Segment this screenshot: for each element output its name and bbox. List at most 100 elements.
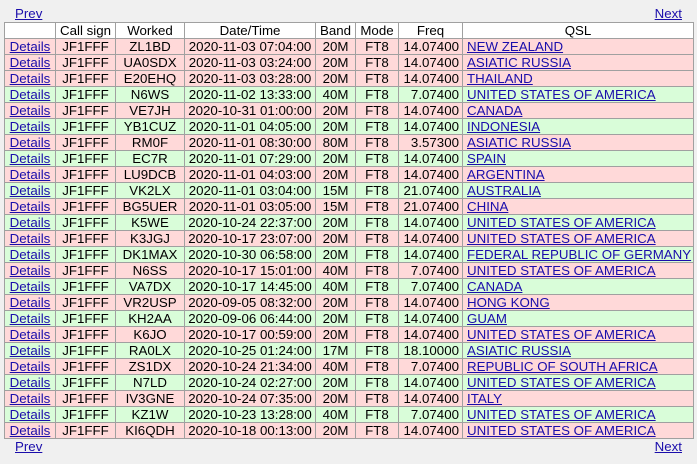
details-link[interactable]: Details bbox=[10, 232, 51, 246]
qsl-country-link[interactable]: ARGENTINA bbox=[467, 168, 545, 182]
details-link[interactable]: Details bbox=[10, 408, 51, 422]
qsl-country-link[interactable]: CANADA bbox=[467, 104, 522, 118]
band-cell: 20M bbox=[315, 118, 356, 135]
datetime-cell: 2020-10-31 01:00:00 bbox=[184, 102, 316, 119]
details-link[interactable]: Details bbox=[10, 312, 51, 326]
call-sign-cell: JF1FFF bbox=[55, 134, 116, 151]
details-link[interactable]: Details bbox=[10, 344, 51, 358]
qsl-country-link-cell: GUAM bbox=[462, 310, 694, 327]
qsl-country-link[interactable]: ASIATIC RUSSIA bbox=[467, 136, 571, 150]
qsl-country-link[interactable]: SPAIN bbox=[467, 152, 506, 166]
call-sign-cell: JF1FFF bbox=[55, 166, 116, 183]
details-link-cell: Details bbox=[4, 134, 56, 151]
table-row: Details JF1FFF N7LD 2020-10-24 02:27:00 20M F… bbox=[4, 374, 694, 391]
mode-cell: FT8 bbox=[355, 246, 399, 263]
band-cell: 20M bbox=[315, 374, 356, 391]
freq-cell: 3.57300 bbox=[398, 134, 463, 151]
qsl-country-link[interactable]: UNITED STATES OF AMERICA bbox=[467, 264, 656, 278]
qsl-country-link-cell: UNITED STATES OF AMERICA bbox=[462, 262, 694, 279]
qsl-country-link[interactable]: AUSTRALIA bbox=[467, 184, 541, 198]
freq-cell: 14.07400 bbox=[398, 102, 463, 119]
band-cell: 20M bbox=[315, 246, 356, 263]
datetime-cell: 2020-10-17 00:59:00 bbox=[184, 326, 316, 343]
qsl-country-link[interactable]: INDONESIA bbox=[467, 120, 540, 134]
details-link[interactable]: Details bbox=[10, 184, 51, 198]
table-row: Details JF1FFF ZS1DX 2020-10-24 21:34:00 40M… bbox=[4, 358, 694, 375]
mode-cell: FT8 bbox=[355, 422, 399, 439]
qsl-country-link[interactable]: ITALY bbox=[467, 392, 502, 406]
prev-link[interactable]: Prev bbox=[15, 6, 42, 22]
qsl-country-link[interactable]: FEDERAL REPUBLIC OF GERMANY bbox=[467, 248, 691, 262]
details-link-cell: Details bbox=[4, 342, 56, 359]
qsl-country-link[interactable]: UNITED STATES OF AMERICA bbox=[467, 424, 656, 438]
mode-cell: FT8 bbox=[355, 390, 399, 407]
datetime-cell: 2020-10-17 23:07:00 bbox=[184, 230, 316, 247]
details-link[interactable]: Details bbox=[10, 280, 51, 294]
freq-cell: 7.07400 bbox=[398, 358, 463, 375]
details-link[interactable]: Details bbox=[10, 152, 51, 166]
details-link[interactable]: Details bbox=[10, 56, 51, 70]
table-row: Details JF1FFF DK1MAX 2020-10-30 06:58:00 20… bbox=[4, 246, 694, 263]
prev-link[interactable]: Prev bbox=[15, 439, 42, 455]
details-link[interactable]: Details bbox=[10, 40, 51, 54]
details-link-cell: Details bbox=[4, 70, 56, 87]
details-link[interactable]: Details bbox=[10, 392, 51, 406]
call-sign-cell: JF1FFF bbox=[55, 406, 116, 423]
details-link[interactable]: Details bbox=[10, 104, 51, 118]
table-row: Details JF1FFF VR2USP 2020-09-05 08:32:00 20… bbox=[4, 294, 694, 311]
qsl-country-link[interactable]: ASIATIC RUSSIA bbox=[467, 56, 571, 70]
details-link[interactable]: Details bbox=[10, 168, 51, 182]
qsl-country-link[interactable]: ASIATIC RUSSIA bbox=[467, 344, 571, 358]
details-link[interactable]: Details bbox=[10, 88, 51, 102]
mode-cell: FT8 bbox=[355, 230, 399, 247]
qsl-country-link[interactable]: UNITED STATES OF AMERICA bbox=[467, 328, 656, 342]
details-link[interactable]: Details bbox=[10, 328, 51, 342]
qsl-country-link[interactable]: UNITED STATES OF AMERICA bbox=[467, 88, 656, 102]
qsl-country-link[interactable]: HONG KONG bbox=[467, 296, 550, 310]
qsl-country-link[interactable]: UNITED STATES OF AMERICA bbox=[467, 216, 656, 230]
call-sign-cell: JF1FFF bbox=[55, 342, 116, 359]
datetime-cell: 2020-11-03 07:04:00 bbox=[184, 38, 316, 55]
worked-callsign-cell: E20EHQ bbox=[115, 70, 185, 87]
qsl-country-link[interactable]: CANADA bbox=[467, 280, 522, 294]
worked-callsign-cell: RA0LX bbox=[115, 342, 185, 359]
qsl-country-link-cell: UNITED STATES OF AMERICA bbox=[462, 422, 694, 439]
details-link-cell: Details bbox=[4, 118, 56, 135]
qsl-country-link-cell: CHINA bbox=[462, 198, 694, 215]
qsl-country-link[interactable]: UNITED STATES OF AMERICA bbox=[467, 376, 656, 390]
details-link-cell: Details bbox=[4, 166, 56, 183]
qsl-country-link[interactable]: NEW ZEALAND bbox=[467, 40, 563, 54]
details-link[interactable]: Details bbox=[10, 72, 51, 86]
qsl-country-link[interactable]: UNITED STATES OF AMERICA bbox=[467, 232, 656, 246]
details-link-cell: Details bbox=[4, 246, 56, 263]
details-link[interactable]: Details bbox=[10, 296, 51, 310]
qsl-country-link[interactable]: THAILAND bbox=[467, 72, 533, 86]
mode-cell: FT8 bbox=[355, 118, 399, 135]
qsl-country-link[interactable]: REPUBLIC OF SOUTH AFRICA bbox=[467, 360, 658, 374]
details-link[interactable]: Details bbox=[10, 200, 51, 214]
call-sign-cell: JF1FFF bbox=[55, 374, 116, 391]
table-row: Details JF1FFF KI6QDH 2020-10-18 00:13:00 20… bbox=[4, 422, 694, 439]
details-link[interactable]: Details bbox=[10, 424, 51, 438]
datetime-cell: 2020-11-03 03:24:00 bbox=[184, 54, 316, 71]
column-header-band: Band bbox=[315, 22, 356, 39]
details-link[interactable]: Details bbox=[10, 248, 51, 262]
datetime-cell: 2020-10-17 15:01:00 bbox=[184, 262, 316, 279]
next-link[interactable]: Next bbox=[655, 439, 682, 455]
band-cell: 20M bbox=[315, 54, 356, 71]
details-link[interactable]: Details bbox=[10, 360, 51, 374]
details-link[interactable]: Details bbox=[10, 136, 51, 150]
datetime-cell: 2020-11-01 04:03:00 bbox=[184, 166, 316, 183]
qsl-country-link[interactable]: GUAM bbox=[467, 312, 507, 326]
qsl-country-link[interactable]: CHINA bbox=[467, 200, 508, 214]
qsl-country-link[interactable]: UNITED STATES OF AMERICA bbox=[467, 408, 656, 422]
table-row: Details JF1FFF E20EHQ 2020-11-03 03:28:00 20… bbox=[4, 70, 694, 87]
qsl-country-link-cell: UNITED STATES OF AMERICA bbox=[462, 214, 694, 231]
worked-callsign-cell: KI6QDH bbox=[115, 422, 185, 439]
details-link[interactable]: Details bbox=[10, 264, 51, 278]
details-link[interactable]: Details bbox=[10, 120, 51, 134]
next-link[interactable]: Next bbox=[655, 6, 682, 22]
call-sign-cell: JF1FFF bbox=[55, 214, 116, 231]
details-link[interactable]: Details bbox=[10, 376, 51, 390]
details-link[interactable]: Details bbox=[10, 216, 51, 230]
